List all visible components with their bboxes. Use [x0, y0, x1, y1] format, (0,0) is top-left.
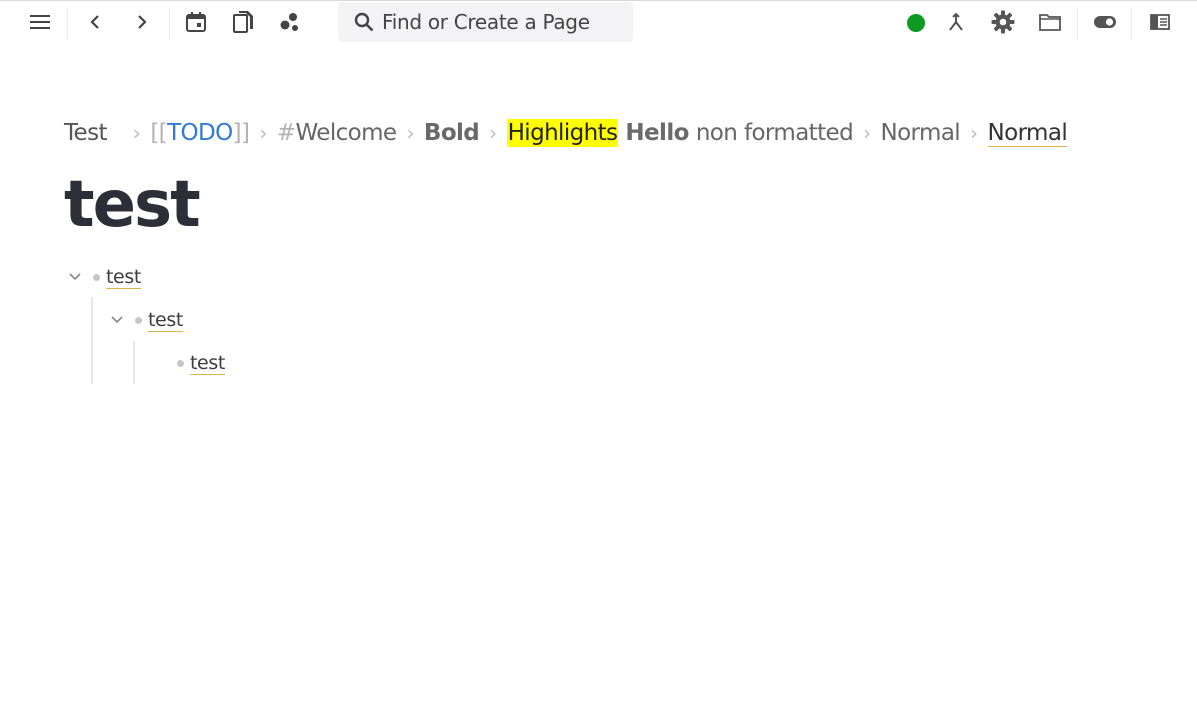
toolbar-separator [169, 8, 170, 40]
gear-icon [991, 10, 1015, 34]
block: test [64, 263, 141, 291]
tag-text: Welcome [295, 120, 397, 146]
block-thread-line[interactable] [91, 297, 93, 384]
collapse-toggle-placeholder [148, 349, 170, 377]
settings-button[interactable] [983, 1, 1023, 43]
breadcrumb-normal-link[interactable]: Normal [987, 120, 1068, 147]
graph-icon [279, 11, 301, 33]
page-title[interactable]: test [64, 168, 201, 242]
block-text[interactable]: test [190, 352, 225, 375]
block-bullet[interactable] [170, 349, 190, 377]
breadcrumb-bold[interactable]: Bold [424, 120, 480, 146]
breadcrumb-separator: › [132, 121, 141, 145]
right-sidebar-button[interactable] [1140, 1, 1180, 43]
calendar-icon [185, 11, 207, 33]
open-folder-button[interactable] [1030, 1, 1070, 43]
menu-icon [30, 14, 50, 30]
chevron-down-icon [111, 316, 123, 324]
block-bullet[interactable] [86, 263, 106, 291]
graph-button[interactable] [270, 1, 310, 43]
block: test [148, 349, 225, 377]
toolbar-separator [1131, 8, 1132, 40]
back-icon [89, 14, 101, 30]
search-icon [354, 12, 374, 32]
forward-button[interactable] [122, 1, 162, 43]
folder-icon [1039, 13, 1061, 31]
breadcrumb-tag-link[interactable]: #Welcome [277, 120, 397, 146]
right-sidebar-icon [1150, 14, 1170, 30]
block-thread-line[interactable] [133, 341, 135, 384]
collapse-toggle[interactable] [64, 263, 86, 291]
toggle-icon [1094, 16, 1116, 28]
collapse-toggle[interactable] [106, 306, 128, 334]
todo-link-text: TODO [167, 120, 233, 146]
forward-icon [136, 14, 148, 30]
pages-icon [232, 10, 254, 34]
breadcrumb: Test › [[TODO]] › #Welcome › Bold › High… [64, 116, 1068, 150]
breadcrumb-plain-text: non formatted [695, 120, 854, 146]
breadcrumb-hello: Hello [625, 120, 689, 146]
breadcrumb-normal[interactable]: Normal [880, 120, 960, 146]
bracket-close: ]] [232, 120, 250, 146]
back-button[interactable] [75, 1, 115, 43]
daily-notes-button[interactable] [176, 1, 216, 43]
menu-button[interactable] [20, 1, 60, 43]
sync-status-indicator[interactable] [907, 14, 925, 32]
breadcrumb-todo-link[interactable]: [[TODO]] [150, 120, 250, 146]
breadcrumb-highlight[interactable]: Highlights [506, 119, 619, 147]
block-text[interactable]: test [148, 309, 183, 332]
tag-hash: # [276, 120, 296, 146]
toolbar-separator [1077, 8, 1078, 40]
breadcrumb-separator: › [259, 121, 267, 145]
block: test [106, 306, 183, 334]
breadcrumb-separator: › [970, 121, 978, 145]
block-bullet[interactable] [128, 306, 148, 334]
breadcrumb-separator: › [863, 121, 871, 145]
search-placeholder: Find or Create a Page [382, 10, 590, 34]
toolbar-separator [67, 8, 68, 40]
all-pages-button[interactable] [223, 1, 263, 43]
toolbar: Find or Create a Page [0, 1, 1197, 43]
merge-button[interactable] [936, 1, 976, 43]
block-text[interactable]: test [106, 266, 141, 289]
search-input[interactable]: Find or Create a Page [338, 2, 633, 42]
breadcrumb-page-link[interactable]: Test [64, 120, 108, 146]
breadcrumb-separator: › [489, 121, 497, 145]
chevron-down-icon [69, 273, 81, 281]
bracket-open: [[ [150, 120, 168, 146]
breadcrumb-separator: › [406, 121, 414, 145]
merge-icon [947, 12, 965, 32]
theme-toggle-button[interactable] [1085, 1, 1125, 43]
